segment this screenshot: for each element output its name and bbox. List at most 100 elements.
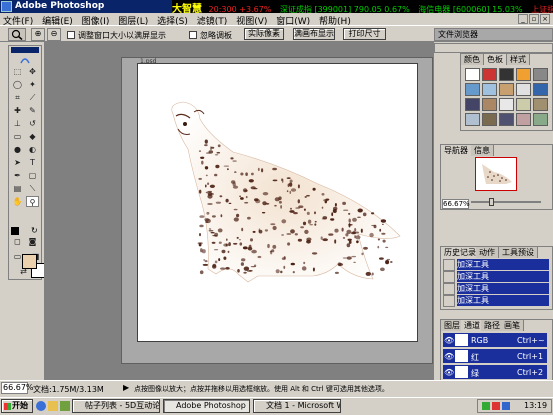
style-swatch[interactable] <box>482 83 497 96</box>
crop-tool-icon[interactable]: ⌗ <box>11 92 24 103</box>
tab-color[interactable]: 颜色 <box>461 54 484 65</box>
adobe-online-icon[interactable] <box>11 56 39 64</box>
navigator-zoom-field[interactable]: 66.67% <box>442 199 470 209</box>
style-swatch[interactable] <box>499 68 514 81</box>
tab-tool-presets[interactable]: 工具预设 <box>499 247 538 258</box>
file-browser-tab[interactable]: 文件浏览器 <box>434 28 553 41</box>
style-swatch[interactable] <box>465 113 480 126</box>
history-brush-source[interactable] <box>443 259 455 271</box>
history-brush-source[interactable] <box>443 271 455 283</box>
tab-brushes[interactable]: 画笔 <box>501 320 524 331</box>
eyedropper-icon[interactable]: ⟍ <box>26 183 39 194</box>
standard-mode-icon[interactable]: ◻ <box>11 236 24 247</box>
clone-stamp-icon[interactable]: ⊥ <box>11 118 24 129</box>
style-swatch[interactable] <box>533 113 548 126</box>
actual-pixels-button[interactable]: 实际像素 <box>244 28 284 40</box>
task-forum-browser[interactable]: 帖子列表 - 5D互动论坛... <box>72 399 160 413</box>
style-swatch[interactable] <box>516 68 531 81</box>
navigator-zoom-slider[interactable] <box>471 201 541 203</box>
zoom-tool-icon[interactable]: ⚲ <box>26 196 39 207</box>
history-brush-icon[interactable]: ↺ <box>26 118 39 129</box>
tab-styles[interactable]: 样式 <box>507 54 530 65</box>
visibility-eye-icon[interactable]: 👁 <box>444 352 454 361</box>
menu-layer[interactable]: 图层(L) <box>115 13 151 27</box>
style-swatch[interactable] <box>482 113 497 126</box>
start-button[interactable]: 开始 <box>1 399 33 413</box>
style-swatch[interactable] <box>499 113 514 126</box>
toolbox-grip[interactable] <box>11 47 39 53</box>
history-item[interactable]: 加深工具 <box>457 259 549 271</box>
menu-filter[interactable]: 滤镜(T) <box>194 13 231 27</box>
desktop-quicklaunch-icon[interactable] <box>60 401 70 411</box>
document-canvas[interactable] <box>137 63 418 342</box>
history-brush-source[interactable] <box>443 295 455 307</box>
zoom-tool-preset-button[interactable] <box>8 28 26 41</box>
resize-windows-checkbox[interactable] <box>67 31 75 39</box>
style-swatch[interactable] <box>533 98 548 111</box>
style-swatch[interactable] <box>465 68 480 81</box>
app-tray-icon[interactable] <box>492 402 500 410</box>
navigator-thumbnail[interactable] <box>475 157 517 191</box>
history-item[interactable]: 加深工具 <box>457 283 549 295</box>
foreground-color-swatch[interactable] <box>22 254 37 269</box>
restore-button[interactable]: ▫ <box>529 14 539 24</box>
history-item[interactable]: 加深工具 <box>457 295 549 307</box>
magic-wand-icon[interactable]: ✦ <box>26 79 39 90</box>
volume-tray-icon[interactable] <box>502 402 510 410</box>
hand-tool-icon[interactable]: ✋ <box>11 196 24 207</box>
paint-bucket-icon[interactable]: ◆ <box>26 131 39 142</box>
status-arrow-icon[interactable]: ▶ <box>123 383 129 392</box>
style-swatch[interactable] <box>533 83 548 96</box>
tab-actions[interactable]: 动作 <box>476 247 499 258</box>
move-tool-icon[interactable]: ✥ <box>26 66 39 77</box>
marquee-tool-icon[interactable]: ⬚ <box>11 66 24 77</box>
style-swatch[interactable] <box>482 68 497 81</box>
slice-tool-icon[interactable]: ⟋ <box>26 92 39 103</box>
status-doc-size[interactable]: 文档:1.75M/3.13M <box>33 384 104 395</box>
task-word[interactable]: 文档 1 - Microsoft Word <box>253 399 341 413</box>
menu-image[interactable]: 图像(I) <box>79 13 113 27</box>
pen-tool-icon[interactable]: ✒ <box>11 170 24 181</box>
menu-select[interactable]: 选择(S) <box>154 13 191 27</box>
zoom-out-button[interactable]: ⊖ <box>47 28 61 41</box>
menu-window[interactable]: 窗口(W) <box>273 13 313 27</box>
menu-file[interactable]: 文件(F) <box>0 13 36 27</box>
style-swatch[interactable] <box>465 83 480 96</box>
zoom-in-button[interactable]: ⊕ <box>31 28 45 41</box>
quickmask-mode-icon[interactable]: ◙ <box>26 236 39 247</box>
history-item[interactable]: 加深工具 <box>457 271 549 283</box>
type-tool-icon[interactable]: T <box>26 157 39 168</box>
ignore-palettes-checkbox[interactable] <box>189 31 197 39</box>
style-swatch[interactable] <box>516 98 531 111</box>
print-size-button[interactable]: 打印尺寸 <box>343 28 386 40</box>
brush-tool-icon[interactable]: ✎ <box>26 105 39 116</box>
tab-history[interactable]: 历史记录 <box>441 247 480 258</box>
style-swatch[interactable] <box>465 98 480 111</box>
blur-tool-icon[interactable]: ● <box>11 144 24 155</box>
visibility-eye-icon[interactable]: 👁 <box>444 368 454 377</box>
lasso-tool-icon[interactable]: ◯ <box>11 79 24 90</box>
visibility-eye-icon[interactable]: 👁 <box>444 336 454 345</box>
style-swatch[interactable] <box>516 113 531 126</box>
menu-view[interactable]: 视图(V) <box>233 13 270 27</box>
minimize-button[interactable]: _ <box>518 14 528 24</box>
style-swatch[interactable] <box>533 68 548 81</box>
path-select-icon[interactable]: ➤ <box>11 157 24 168</box>
style-swatch[interactable] <box>482 98 497 111</box>
tab-info[interactable]: 信息 <box>471 145 494 156</box>
ie-quicklaunch-icon[interactable] <box>36 401 46 411</box>
channel-row-red[interactable]: 👁 红 Ctrl+1 <box>443 349 547 364</box>
notes-tool-icon[interactable]: ▤ <box>11 183 24 194</box>
history-brush-source[interactable] <box>443 283 455 295</box>
status-zoom-field[interactable]: 66.67% <box>1 382 34 394</box>
navigator-zoom-thumb[interactable] <box>489 198 494 206</box>
shape-tool-icon[interactable]: ▢ <box>26 170 39 181</box>
style-swatch[interactable] <box>499 98 514 111</box>
dodge-tool-icon[interactable]: ◐ <box>26 144 39 155</box>
healing-brush-icon[interactable]: ✚ <box>11 105 24 116</box>
close-button[interactable]: × <box>540 14 550 24</box>
eraser-tool-icon[interactable]: ▭ <box>11 131 24 142</box>
style-swatch[interactable] <box>516 83 531 96</box>
style-swatch[interactable] <box>499 83 514 96</box>
default-colors-icon[interactable] <box>11 227 19 235</box>
